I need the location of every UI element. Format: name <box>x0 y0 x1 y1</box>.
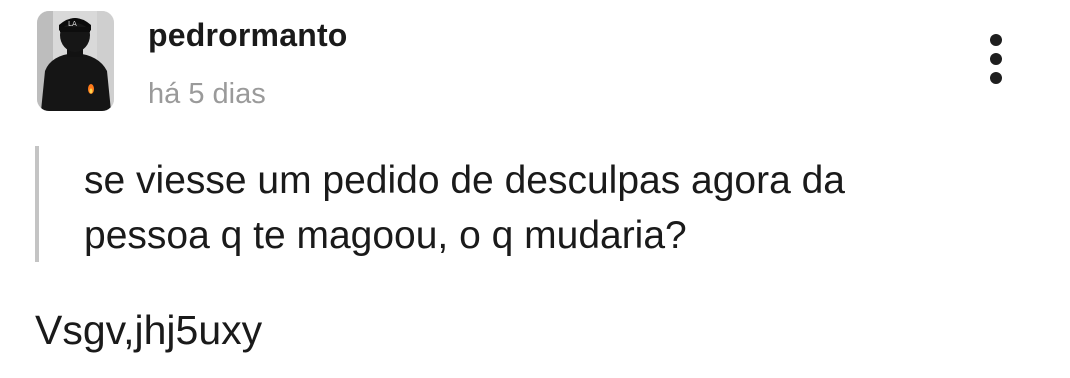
avatar-image: LA <box>37 11 114 111</box>
username[interactable]: pedrormanto <box>148 17 348 54</box>
post-timestamp: há 5 dias <box>148 78 266 110</box>
post-card: LA pedrormanto há 5 dias se viesse um pe… <box>0 0 1070 378</box>
avatar[interactable]: LA <box>37 11 114 111</box>
quote-bar <box>35 146 39 262</box>
more-vertical-icon-dot-2 <box>990 53 1002 65</box>
more-options-button[interactable] <box>978 30 1014 92</box>
question-text: se viesse um pedido de desculpas agora d… <box>84 159 845 257</box>
more-vertical-icon <box>990 34 1002 46</box>
svg-text:LA: LA <box>68 20 77 28</box>
answer-text: Vsgv,jhj5uxy <box>35 307 263 353</box>
more-vertical-icon-dot-3 <box>990 72 1002 84</box>
